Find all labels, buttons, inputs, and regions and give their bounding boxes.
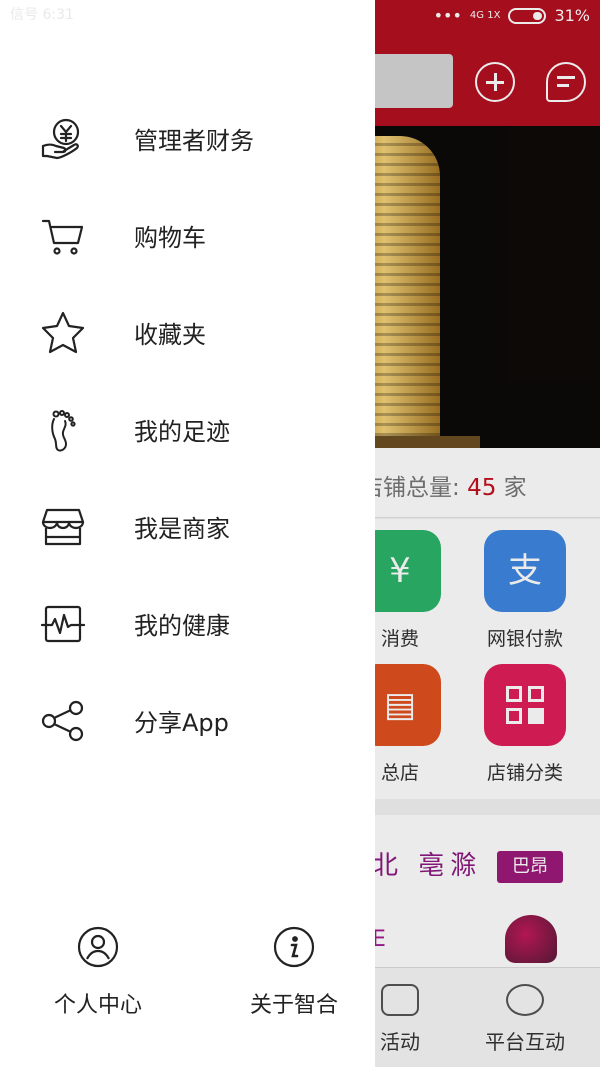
about-label: 关于智合 (249, 993, 338, 1018)
info-icon (272, 925, 316, 969)
menu-item-footprints[interactable]: 我的足迹 (0, 381, 375, 478)
profile-center-button[interactable]: 个人中心 (18, 925, 178, 1019)
menu-label: 我的健康 (134, 612, 230, 640)
menu-item-shopping-cart[interactable]: 购物车 (0, 187, 375, 284)
user-circle-icon (76, 925, 120, 969)
drawer-scrim[interactable] (375, 0, 600, 1067)
profile-center-label: 个人中心 (53, 993, 142, 1018)
nav-drawer: 信号 6:31 管理者财务 购物车 收藏夹 我的足迹 我是商家 我的健康 分享A… (0, 0, 375, 1067)
menu-label: 收藏夹 (134, 321, 206, 349)
about-button[interactable]: 关于智合 (214, 925, 374, 1019)
menu-item-health[interactable]: 我的健康 (0, 575, 375, 672)
menu-label: 管理者财务 (134, 127, 254, 155)
shopping-cart-icon (40, 213, 86, 259)
storefront-icon (40, 504, 86, 550)
menu-item-favorites[interactable]: 收藏夹 (0, 284, 375, 381)
menu-label: 购物车 (134, 224, 206, 252)
finance-hand-icon (40, 116, 86, 162)
status-time: 信号 6:31 (10, 7, 74, 23)
footprint-icon (40, 407, 86, 453)
health-monitor-icon (40, 601, 86, 647)
menu-label: 我是商家 (134, 515, 230, 543)
menu-item-merchant[interactable]: 我是商家 (0, 478, 375, 575)
menu-item-share-app[interactable]: 分享App (0, 672, 375, 769)
menu-label: 我的足迹 (134, 418, 230, 446)
share-icon (40, 698, 86, 744)
menu-item-manager-finance[interactable]: 管理者财务 (0, 90, 375, 187)
menu-label: 分享App (134, 709, 229, 737)
star-icon (40, 310, 86, 356)
